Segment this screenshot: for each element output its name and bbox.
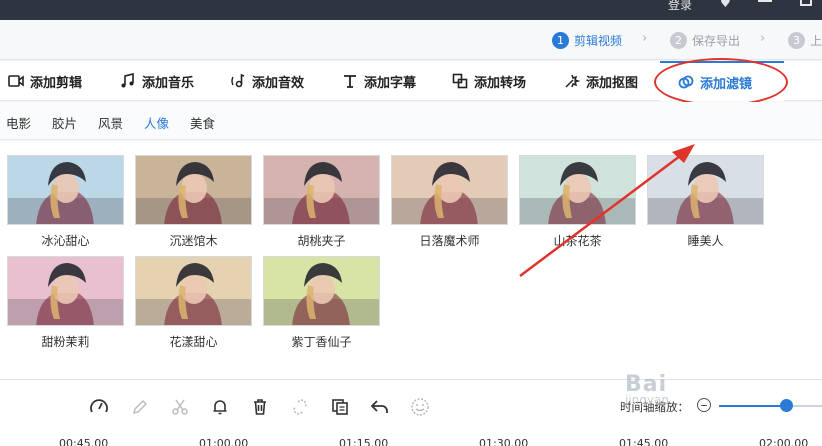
zoom-slider-handle[interactable]: [780, 399, 793, 412]
filter-thumbnail[interactable]: [647, 155, 764, 225]
timeline-tick: 02:00.00: [759, 437, 809, 446]
timeline-tick: 01:00.00: [199, 437, 249, 446]
step-label: 保存导出: [692, 33, 741, 48]
baidu-watermark: Bai jingyan: [625, 372, 669, 407]
filter-thumbnail[interactable]: [263, 256, 380, 326]
filter-thumbnail[interactable]: [263, 155, 380, 225]
filter-thumbnail[interactable]: [391, 155, 508, 225]
filter-gallery: 冰沁甜心 沉迷馆木 胡桃夹子 日落魔术师 山茶花茶 睡美人甜粉茉莉 花漾甜心 紫丁香仙子: [0, 141, 822, 379]
filter-thumbnail[interactable]: [7, 256, 124, 326]
category-tab-portrait[interactable]: 人像: [144, 113, 169, 132]
add-sound-effect-button[interactable]: 添加音效: [230, 61, 304, 101]
zoom-slider-fill: [719, 405, 786, 407]
add-cutout-label: 添加抠图: [586, 75, 639, 91]
category-tab-movie[interactable]: 电影: [6, 113, 31, 132]
filter-label: 紫丁香仙子: [291, 335, 352, 349]
chevron-right-icon: ›: [760, 31, 766, 46]
speed-icon[interactable]: [88, 396, 110, 418]
title-bar: 登录 ♥: [0, 0, 822, 20]
filter-thumbnail[interactable]: [135, 256, 252, 326]
step-export[interactable]: 2 保存导出: [670, 30, 740, 50]
filter-thumbnail[interactable]: [135, 155, 252, 225]
add-filter-label: 添加滤镜: [700, 76, 753, 92]
timeline-toolbar: 时间轴缩放： 00:45.00 01:00.00 01:15.00 01:30.…: [0, 379, 822, 446]
music-note-icon: [120, 73, 136, 89]
minimize-icon[interactable]: [758, 0, 772, 2]
zoom-out-icon[interactable]: [697, 398, 711, 412]
filter-thumbnail[interactable]: [7, 155, 124, 225]
add-music-button[interactable]: 添加音乐: [120, 61, 194, 101]
main-toolbar: 添加剪辑 添加音乐 添加音效 添加字幕 添加转场 添加抠图 添加滤镜: [0, 61, 822, 101]
undo-icon[interactable]: [369, 396, 391, 418]
add-music-label: 添加音乐: [142, 75, 195, 91]
filter-label: 沉迷馆木: [169, 234, 218, 248]
step-indicator: 1 剪辑视频 › 2 保存导出 › 3 上: [0, 20, 822, 60]
step-label: 上: [810, 33, 822, 48]
filter-label: 花漾甜心: [169, 335, 218, 349]
step-upload[interactable]: 3 上: [788, 30, 822, 50]
add-transition-label: 添加转场: [474, 75, 527, 91]
filter-thumbnail[interactable]: [519, 155, 636, 225]
step-number: 3: [788, 31, 805, 49]
smiley-icon[interactable]: [409, 396, 431, 418]
heart-icon[interactable]: ♥: [720, 0, 731, 10]
add-subtitle-label: 添加字幕: [364, 75, 417, 91]
pencil-icon[interactable]: [129, 396, 151, 418]
chevron-right-icon: ›: [642, 31, 648, 46]
scissors-icon[interactable]: [169, 396, 191, 418]
filter-label: 冰沁甜心: [41, 234, 90, 248]
category-tab-landscape[interactable]: 风景: [98, 113, 123, 132]
copy-icon[interactable]: [329, 396, 351, 418]
step-number: 1: [552, 31, 569, 49]
timeline-tick: 01:15.00: [339, 437, 389, 446]
login-link[interactable]: 登录: [668, 0, 692, 13]
sound-effect-icon: [230, 73, 246, 89]
text-icon: [342, 73, 358, 89]
step-number: 2: [670, 31, 687, 49]
add-clip-button[interactable]: 添加剪辑: [8, 61, 82, 101]
filter-label: 胡桃夹子: [297, 234, 346, 248]
step-edit-video[interactable]: 1 剪辑视频: [552, 30, 622, 50]
filter-category-tabs: 电影 胶片 风景 人像 美食: [0, 102, 822, 140]
add-sound-effect-label: 添加音效: [252, 75, 305, 91]
trash-icon[interactable]: [249, 396, 271, 418]
filter-label: 甜粉茉莉: [41, 335, 90, 349]
category-tab-food[interactable]: 美食: [190, 113, 215, 132]
add-filter-button[interactable]: 添加滤镜: [660, 61, 784, 101]
filter-label: 睡美人: [687, 234, 724, 248]
filter-icon: [678, 74, 694, 90]
add-clip-label: 添加剪辑: [30, 75, 83, 91]
transition-icon: [452, 73, 468, 89]
add-transition-button[interactable]: 添加转场: [452, 61, 526, 101]
add-cutout-button[interactable]: 添加抠图: [564, 61, 638, 101]
timeline-tick: 01:30.00: [479, 437, 529, 446]
filter-label: 山茶花茶: [553, 234, 602, 248]
bell-icon[interactable]: [209, 396, 231, 418]
category-tab-film[interactable]: 胶片: [52, 113, 77, 132]
unlink-icon[interactable]: [289, 396, 311, 418]
add-subtitle-button[interactable]: 添加字幕: [342, 61, 416, 101]
timeline-tick: 00:45.00: [59, 437, 109, 446]
filter-label: 日落魔术师: [419, 234, 480, 248]
timeline-tick: 01:45.00: [619, 437, 669, 446]
step-label: 剪辑视频: [574, 33, 623, 48]
cutout-icon: [564, 73, 580, 89]
maximize-icon[interactable]: [800, 0, 812, 6]
film-icon: [8, 73, 24, 89]
watermark-sub: jingyan: [625, 393, 669, 407]
